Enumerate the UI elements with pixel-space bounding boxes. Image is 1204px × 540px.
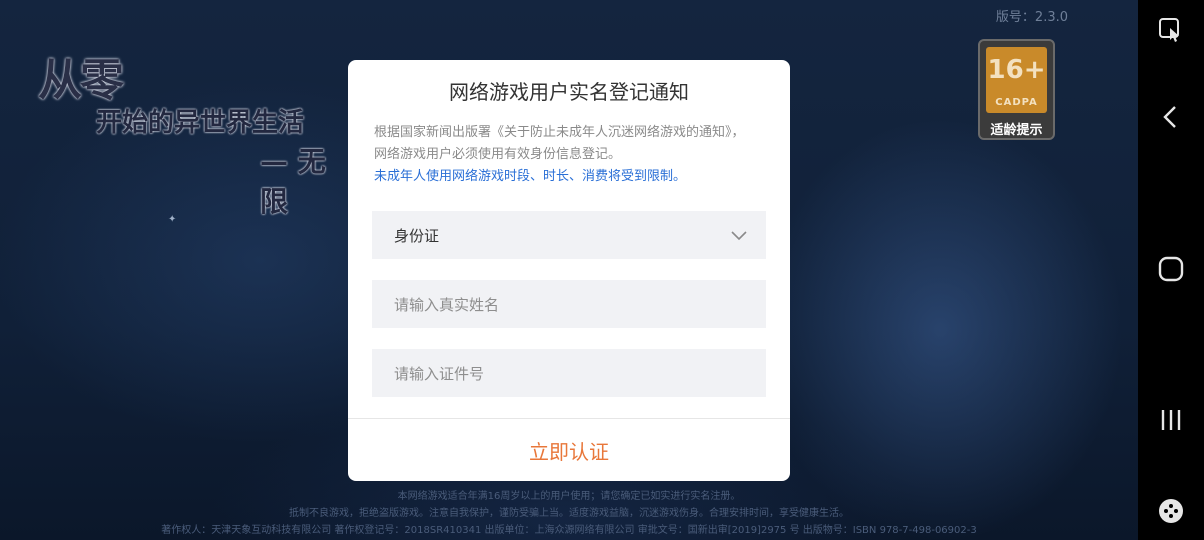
dialog-title: 网络游戏用户实名登记通知: [449, 80, 689, 104]
id-type-select[interactable]: 身份证: [372, 211, 766, 259]
real-name-dialog: 网络游戏用户实名登记通知 根据国家新闻出版署《关于防止未成年人沉迷网络游戏的通知…: [348, 60, 790, 481]
sparkle-icon: ✦: [168, 214, 177, 225]
footer-notice-1: 本网络游戏适合年满16周岁以上的用户使用；请您确定已如实进行实名注册。: [397, 491, 741, 502]
real-name-input[interactable]: 请输入真实姓名: [372, 280, 766, 328]
version-label: 版号：2.3.0: [995, 10, 1068, 25]
system-navigation-bar: [1138, 0, 1204, 540]
age-rating-badge[interactable]: 16+ CADPA 适龄提示: [978, 39, 1055, 140]
id-number-placeholder: 请输入证件号: [394, 364, 485, 383]
age-rating-org: CADPA: [995, 97, 1038, 108]
logo-line-2: 开始的异世界生活: [96, 108, 305, 138]
chevron-down-icon: [731, 231, 747, 241]
dialog-description: 根据国家新闻出版署《关于防止未成年人沉迷网络游戏的通知》，网络游戏用户必须使用有…: [374, 122, 754, 188]
footer-notice-2: 抵制不良游戏，拒绝盗版游戏。注意自我保护，谨防受骗上当。适度游戏益脑，沉迷游戏伤…: [289, 508, 849, 519]
footer-notice-3: 著作权人：天津天象互动科技有限公司 著作权登记号：2018SR410341 出版…: [161, 525, 977, 536]
game-logo: 从零 开始的异世界生活 — 无限: [38, 44, 338, 218]
logo-line-1: 从零: [38, 55, 124, 106]
back-icon[interactable]: [1151, 97, 1191, 137]
age-rating-number: 16+: [987, 55, 1046, 85]
screenshot-touch-icon[interactable]: [1151, 10, 1191, 50]
real-name-placeholder: 请输入真实姓名: [394, 295, 500, 314]
age-rating-caption: 适龄提示: [990, 123, 1043, 138]
verify-now-button[interactable]: 立即认证: [348, 419, 790, 481]
id-type-value: 身份证: [394, 226, 440, 245]
minor-warning: 未成年人使用网络游戏时段、时长、消费将受到限制。: [374, 169, 687, 184]
age-rating-plate: 16+ CADPA: [986, 47, 1047, 113]
recents-icon[interactable]: [1151, 400, 1191, 440]
home-icon[interactable]: [1151, 249, 1191, 289]
logo-line-3: — 无限: [260, 145, 326, 218]
id-number-input[interactable]: 请输入证件号: [372, 349, 766, 397]
notice-text: 根据国家新闻出版署《关于防止未成年人沉迷网络游戏的通知》，网络游戏用户必须使用有…: [374, 125, 745, 162]
game-tools-icon[interactable]: [1151, 491, 1191, 531]
